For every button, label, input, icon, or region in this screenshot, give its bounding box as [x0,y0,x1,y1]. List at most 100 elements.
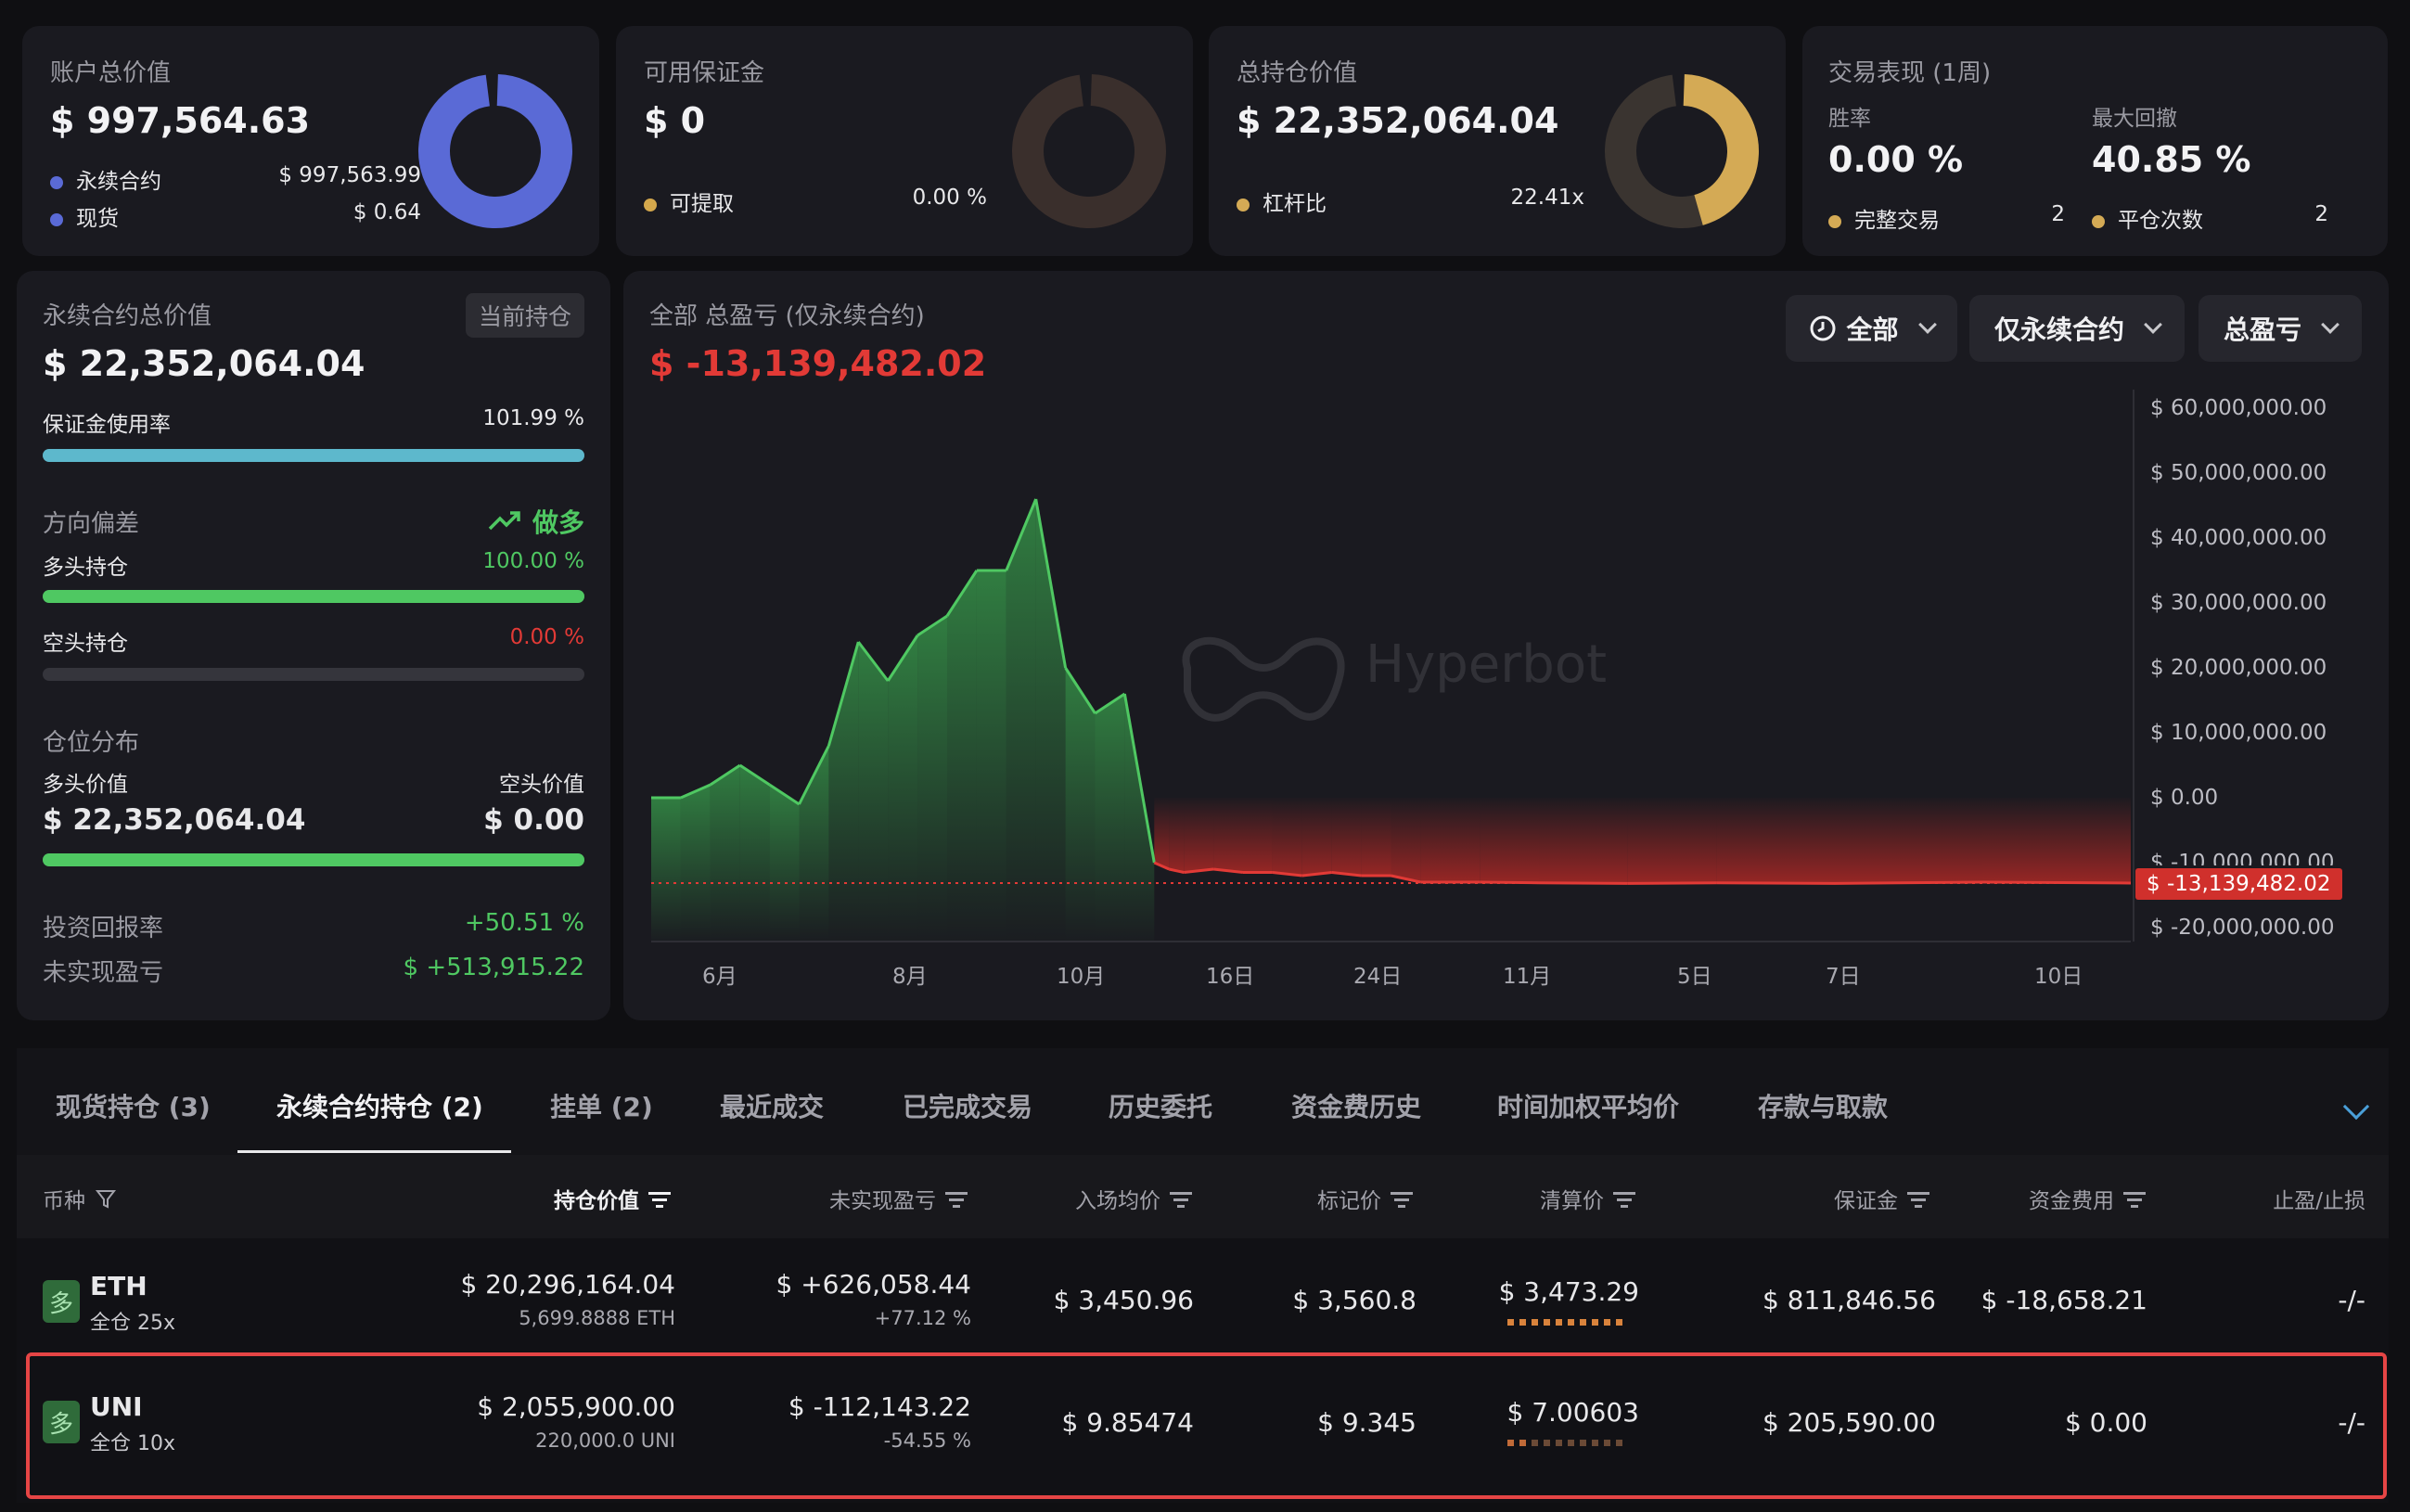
tab-completed-trades[interactable]: 已完成交易 [903,1087,1032,1124]
tab-perp-holdings[interactable]: 永续合约持仓 (2) [276,1087,483,1124]
sort-icon [1170,1192,1192,1208]
pnl-area-segment [1169,798,1185,873]
sort-icon [1907,1192,1929,1208]
chevron-down-icon [2144,315,2162,334]
pnl-area-segment [828,642,859,942]
active-tab-underline [237,1150,511,1153]
sort-icon [648,1192,671,1208]
col-entry-price[interactable]: 入场均价 [1075,1183,1192,1214]
position-value: $ 20,296,164.04 [460,1269,675,1300]
pnl-area-segment [1391,798,1421,882]
coin-name[interactable]: UNI [90,1391,143,1422]
tab-recent-fills[interactable]: 最近成交 [720,1087,824,1124]
market-filter-dropdown[interactable]: 仅永续合约 [1969,295,2185,362]
x-tick: 10日 [2034,965,2083,989]
sort-icon [1613,1192,1635,1208]
mark-price: $ 9.345 [1317,1407,1417,1438]
pnl-area-segment [1272,798,1302,876]
position-value: $ 2,055,900.00 [477,1391,675,1422]
tp-sl[interactable]: -/- [2338,1407,2365,1438]
account-donut [418,74,572,228]
col-unrealized-pnl[interactable]: 未实现盈亏 [829,1183,968,1214]
pnl-area-segment [947,570,977,942]
col-coin[interactable]: 币种 [43,1183,117,1214]
pnl-type-dropdown[interactable]: 总盈亏 [2198,295,2362,362]
pnl-chart-title: 全部 总盈亏 (仅永续合约) [649,302,925,330]
clock-icon [1810,315,1836,341]
pnl-area-segment [858,642,889,942]
sort-icon [1391,1192,1413,1208]
range-filter-dropdown[interactable]: 全部 [1786,295,1957,362]
tab-deposits-withdrawals[interactable]: 存款与取款 [1758,1087,1888,1124]
risk-dot [1519,1319,1526,1326]
perp-total-value: $ 22,352,064.04 [43,343,365,384]
risk-dot [1544,1440,1550,1446]
complete-trades-row: 完整交易 2 [1828,202,2065,234]
available-margin-value: $ 0 [644,100,706,141]
funding-fee: $ 0.00 [2064,1407,2147,1438]
pnl-area-segment [1154,798,1170,869]
x-tick: 24日 [1353,965,1403,989]
pnl-line-segment [1480,880,1540,885]
col-margin[interactable]: 保证金 [1834,1183,1929,1214]
pnl-area-segment [1627,798,1717,884]
long-position-label: 多头持仓 [43,556,128,580]
tab-twap[interactable]: 时间加权平均价 [1497,1087,1679,1124]
coin-name[interactable]: ETH [90,1271,147,1301]
filter-icon[interactable] [95,1187,117,1210]
unrealized-pnl-pct: +77.12 % [874,1307,971,1329]
leverage-row: 杠杆比 22.41x [1237,186,1584,217]
trading-performance-card: 交易表现 (1周) 胜率 0.00 % 最大回撤 40.85 % 完整交易 2 … [1802,26,2388,256]
position-donut [1605,74,1759,228]
risk-dot [1556,1319,1562,1326]
close-count-row: 平仓次数 2 [2092,202,2328,234]
col-funding[interactable]: 资金费用 [2029,1183,2146,1214]
funding-fee: $ -18,658.21 [1981,1285,2147,1315]
account-row-perp: 永续合约 $ 997,563.99 [50,163,421,195]
liq-price: $ 7.00603 [1506,1397,1639,1428]
liq-risk-indicator [1507,1440,1622,1446]
long-value: $ 22,352,064.04 [43,803,306,837]
current-position-tag[interactable]: 当前持仓 [465,293,584,338]
chevron-down-icon [1917,315,1937,334]
pnl-area-segment [739,765,770,942]
pnl-area-segment [1124,694,1155,942]
risk-dot [1616,1319,1622,1326]
risk-dot [1507,1440,1514,1446]
x-tick: 10月 [1057,965,1106,989]
risk-dot [1568,1440,1574,1446]
pnl-area-segment [1184,798,1214,873]
available-margin-label: 可用保证金 [644,59,765,87]
pnl-area-segment [1035,499,1066,942]
entry-price: $ 9.85474 [1061,1407,1194,1438]
pnl-area-segment [1243,798,1273,873]
tp-sl[interactable]: -/- [2338,1285,2365,1315]
margin-usage-bar [43,449,584,462]
y-tick: $ 60,000,000.00 [2150,396,2327,420]
col-liq-price[interactable]: 清算价 [1540,1183,1635,1214]
pnl-area-segment [1006,499,1036,942]
margin-donut [1012,74,1166,228]
short-value-label: 空头价值 [499,773,584,797]
risk-dot [1519,1440,1526,1446]
pnl-area-segment [1716,798,1835,884]
tab-spot-holdings[interactable]: 现货持仓 (3) [56,1087,211,1124]
short-value: $ 0.00 [483,803,584,837]
y-tick: $ 20,000,000.00 [2150,656,2327,680]
tab-open-orders[interactable]: 挂单 (2) [550,1087,653,1124]
long-badge: 多 [43,1401,80,1443]
x-tick: 5日 [1677,965,1712,989]
tab-funding-history[interactable]: 资金费历史 [1291,1087,1421,1124]
pnl-area-segment [769,785,800,942]
withdrawable-row: 可提取 0.00 % [644,186,987,217]
pnl-area-segment [1361,798,1391,876]
margin-value: $ 811,846.56 [1762,1285,1936,1315]
pnl-area-segment [1539,798,1628,884]
col-mark-price[interactable]: 标记价 [1317,1183,1413,1214]
margin-mode: 全仓 25x [90,1312,176,1335]
perp-summary-card: 永续合约总价值 当前持仓 $ 22,352,064.04 保证金使用率 101.… [17,271,610,1020]
liq-risk-indicator [1507,1319,1622,1326]
pnl-chart-plot: Hyperbot [651,390,2134,942]
col-position-value[interactable]: 持仓价值 [554,1183,671,1214]
tab-order-history[interactable]: 历史委托 [1109,1087,1212,1124]
